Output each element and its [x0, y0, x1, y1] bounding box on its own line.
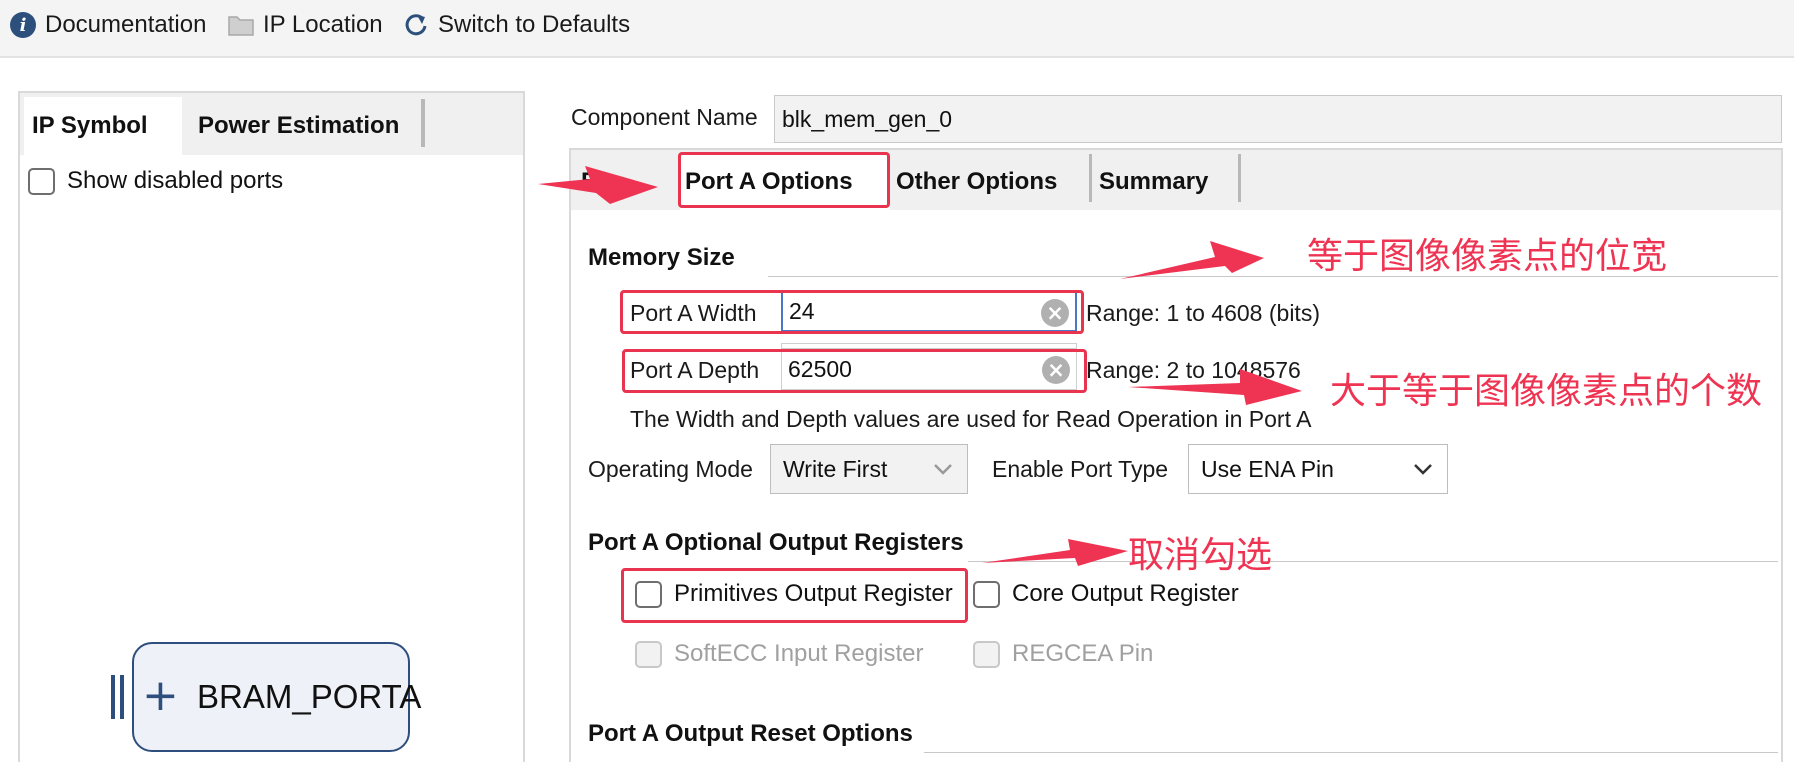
annotation-depth: 大于等于图像像素点的个数 [1330, 371, 1763, 412]
annotation-width: 等于图像像素点的位宽 [1307, 236, 1668, 277]
annotation-uncheck: 取消勾选 [1128, 535, 1273, 576]
